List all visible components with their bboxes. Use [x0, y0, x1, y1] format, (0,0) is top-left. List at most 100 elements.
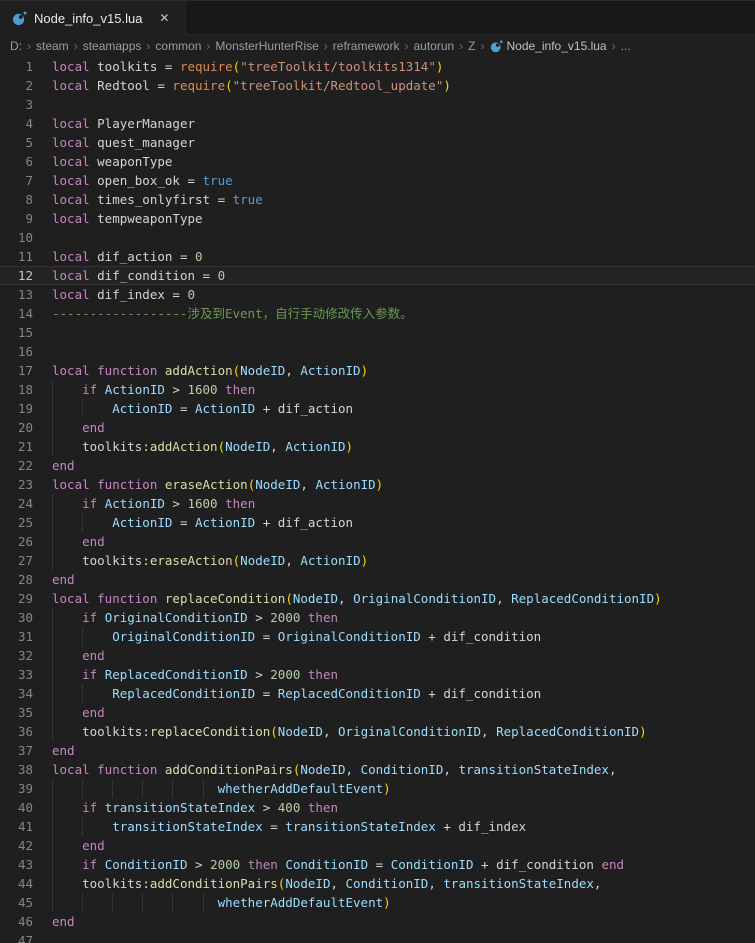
code-line[interactable]: 28 end [0, 570, 755, 589]
code-token: = [262, 819, 286, 834]
line-number: 44 [17, 876, 33, 891]
breadcrumb-item[interactable]: reframework [332, 39, 401, 53]
code-line-content: local Redtool = require("treeToolkit/Red… [52, 76, 755, 95]
code-line[interactable]: 27 toolkits:eraseAction(NodeID, ActionID… [0, 551, 755, 570]
code-token: > [164, 382, 188, 397]
code-line-content: local dif_condition = 0 [52, 266, 755, 285]
indent-guide [52, 836, 53, 855]
breadcrumb-item[interactable]: common [154, 39, 202, 53]
code-line[interactable]: 1 local toolkits = require("treeToolkit/t… [0, 57, 755, 76]
code-line[interactable]: 33 if ReplacedConditionID > 2000 then [0, 665, 755, 684]
line-number: 31 [17, 629, 33, 644]
line-number: 40 [17, 800, 33, 815]
code-line[interactable]: 17 local function addAction(NodeID, Actio… [0, 361, 755, 380]
tab-node-info-v15[interactable]: Node_info_v15.lua ✕ [0, 1, 186, 35]
code-editor[interactable]: 1 local toolkits = require("treeToolkit/t… [0, 57, 755, 943]
code-token: then [217, 382, 256, 397]
code-token: transitionStateIndex [458, 762, 609, 777]
code-token: PlayerManager [97, 116, 195, 131]
breadcrumb-item[interactable]: D: [9, 39, 23, 53]
code-line[interactable]: 12 local dif_condition = 0 [0, 266, 755, 285]
code-line[interactable]: 8 local times_onlyfirst = true [0, 190, 755, 209]
code-line[interactable]: 38 local function addConditionPairs(NodeI… [0, 760, 755, 779]
code-line[interactable]: 32 end [0, 646, 755, 665]
code-token: = [172, 249, 195, 264]
code-line[interactable]: 30 if OriginalConditionID > 2000 then [0, 608, 755, 627]
code-token: , [285, 553, 301, 568]
code-line[interactable]: 2 local Redtool = require("treeToolkit/Re… [0, 76, 755, 95]
code-token: toolkits [52, 724, 143, 739]
code-token: 0 [187, 287, 195, 302]
code-line[interactable]: 20 end [0, 418, 755, 437]
code-line-content: local tempweaponType [52, 209, 755, 228]
code-line[interactable]: 18 if ActionID > 1600 then [0, 380, 755, 399]
code-line[interactable]: 21 toolkits:addAction(NodeID, ActionID) [0, 437, 755, 456]
code-line[interactable]: 25 ActionID = ActionID + dif_action [0, 513, 755, 532]
code-line[interactable]: 45 whetherAddDefaultEvent) [0, 893, 755, 912]
code-line[interactable]: 11 local dif_action = 0 [0, 247, 755, 266]
code-token: NodeID [277, 724, 323, 739]
code-line[interactable]: 46 end [0, 912, 755, 931]
breadcrumb-symbol-ellipsis[interactable]: ... [620, 39, 632, 53]
code-line[interactable]: 39 whetherAddDefaultEvent) [0, 779, 755, 798]
code-line[interactable]: 10 [0, 228, 755, 247]
breadcrumb-item-file[interactable]: Node_info_v15.lua [489, 39, 608, 53]
code-line[interactable]: 41 transitionStateIndex = transitionStat… [0, 817, 755, 836]
code-token: = [164, 287, 188, 302]
code-line[interactable]: 34 ReplacedConditionID = ReplacedConditi… [0, 684, 755, 703]
code-line[interactable]: 9 local tempweaponType [0, 209, 755, 228]
code-token: ( [225, 78, 233, 93]
code-line[interactable]: 26 end [0, 532, 755, 551]
code-line[interactable]: 44 toolkits:addConditionPairs(NodeID, Co… [0, 874, 755, 893]
code-line[interactable]: 40 if transitionStateIndex > 400 then [0, 798, 755, 817]
code-line[interactable]: 6 local weaponType [0, 152, 755, 171]
code-line[interactable]: 47 [0, 931, 755, 943]
code-token: dif_action [277, 515, 354, 530]
indent-guide [82, 817, 84, 836]
code-line[interactable]: 16 [0, 342, 755, 361]
code-token: ) [345, 439, 354, 454]
code-line[interactable]: 42 end [0, 836, 755, 855]
code-token: addAction [149, 439, 218, 454]
code-line[interactable]: 3 [0, 95, 755, 114]
breadcrumb-item[interactable]: MonsterHunterRise [214, 39, 319, 53]
code-line[interactable]: 35 end [0, 703, 755, 722]
code-token: ) [360, 553, 369, 568]
indent-guide [52, 779, 53, 798]
breadcrumb-item[interactable]: Z [467, 39, 476, 53]
code-line[interactable]: 13 local dif_index = 0 [0, 285, 755, 304]
code-token: transitionStateIndex [443, 876, 594, 891]
code-line[interactable]: 36 toolkits:replaceCondition(NodeID, Ori… [0, 722, 755, 741]
code-line[interactable]: 15 [0, 323, 755, 342]
code-line[interactable]: 29 local function replaceCondition(NodeID… [0, 589, 755, 608]
code-token: if [52, 496, 105, 511]
breadcrumb-item[interactable]: steam [35, 39, 70, 53]
indent-guide [52, 551, 53, 570]
line-number: 29 [17, 591, 33, 606]
code-token: ConditionID [360, 762, 444, 777]
code-line[interactable]: 31 OriginalConditionID = OriginalConditi… [0, 627, 755, 646]
code-line[interactable]: 23 local function eraseAction(NodeID, Act… [0, 475, 755, 494]
code-line[interactable]: 22 end [0, 456, 755, 475]
code-line-content [52, 228, 755, 247]
code-line[interactable]: 43 if ConditionID > 2000 then ConditionI… [0, 855, 755, 874]
code-line[interactable]: 24 if ActionID > 1600 then [0, 494, 755, 513]
code-line[interactable]: 37 end [0, 741, 755, 760]
code-line-content: transitionStateIndex = transitionStateIn… [52, 817, 755, 836]
close-icon[interactable]: ✕ [159, 11, 169, 25]
code-line[interactable]: 4 local PlayerManager [0, 114, 755, 133]
code-line[interactable]: 7 local open_box_ok = true [0, 171, 755, 190]
code-line[interactable]: 19 ActionID = ActionID + dif_action [0, 399, 755, 418]
indent-guide [202, 779, 204, 798]
code-token: weaponType [97, 154, 173, 169]
breadcrumb-item[interactable]: steamapps [82, 39, 143, 53]
code-line-content: whetherAddDefaultEvent) [52, 893, 755, 912]
code-line[interactable]: 14 ------------------涉及到Event，自行手动修改传入参数。 [0, 304, 755, 323]
code-line-content: local function addConditionPairs(NodeID,… [52, 760, 755, 779]
code-token: if [52, 610, 105, 625]
code-line[interactable]: 5 local quest_manager [0, 133, 755, 152]
breadcrumb-item[interactable]: autorun [412, 39, 455, 53]
code-token: > [247, 610, 271, 625]
line-number: 41 [17, 819, 33, 834]
code-token: local [52, 268, 98, 283]
